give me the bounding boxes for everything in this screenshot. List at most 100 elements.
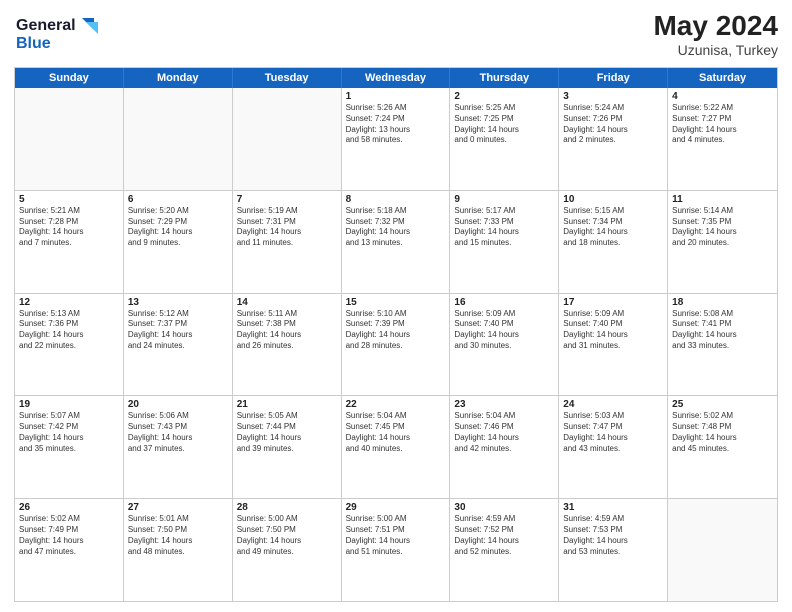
day-info-20: Sunrise: 5:06 AM Sunset: 7:43 PM Dayligh…: [128, 411, 228, 454]
day-info-10: Sunrise: 5:15 AM Sunset: 7:34 PM Dayligh…: [563, 206, 663, 249]
day-info-31: Sunrise: 4:59 AM Sunset: 7:53 PM Dayligh…: [563, 514, 663, 557]
day-number-24: 24: [563, 399, 663, 410]
calendar-header: Sunday Monday Tuesday Wednesday Thursday…: [15, 68, 777, 88]
day-info-2: Sunrise: 5:25 AM Sunset: 7:25 PM Dayligh…: [454, 103, 554, 146]
day-info-1: Sunrise: 5:26 AM Sunset: 7:24 PM Dayligh…: [346, 103, 446, 146]
day-info-30: Sunrise: 4:59 AM Sunset: 7:52 PM Dayligh…: [454, 514, 554, 557]
day-cell-2: 2Sunrise: 5:25 AM Sunset: 7:25 PM Daylig…: [450, 88, 559, 190]
day-number-2: 2: [454, 91, 554, 102]
day-cell-23: 23Sunrise: 5:04 AM Sunset: 7:46 PM Dayli…: [450, 396, 559, 498]
calendar-row-1: 5Sunrise: 5:21 AM Sunset: 7:28 PM Daylig…: [15, 190, 777, 293]
day-cell-21: 21Sunrise: 5:05 AM Sunset: 7:44 PM Dayli…: [233, 396, 342, 498]
day-number-12: 12: [19, 297, 119, 308]
day-info-14: Sunrise: 5:11 AM Sunset: 7:38 PM Dayligh…: [237, 309, 337, 352]
day-cell-5: 5Sunrise: 5:21 AM Sunset: 7:28 PM Daylig…: [15, 191, 124, 293]
day-cell-3: 3Sunrise: 5:24 AM Sunset: 7:26 PM Daylig…: [559, 88, 668, 190]
calendar-row-2: 12Sunrise: 5:13 AM Sunset: 7:36 PM Dayli…: [15, 293, 777, 396]
month-year: May 2024: [653, 10, 778, 42]
calendar: Sunday Monday Tuesday Wednesday Thursday…: [14, 67, 778, 602]
day-number-26: 26: [19, 502, 119, 513]
day-cell-12: 12Sunrise: 5:13 AM Sunset: 7:36 PM Dayli…: [15, 294, 124, 396]
calendar-row-4: 26Sunrise: 5:02 AM Sunset: 7:49 PM Dayli…: [15, 498, 777, 601]
day-cell-4: 4Sunrise: 5:22 AM Sunset: 7:27 PM Daylig…: [668, 88, 777, 190]
day-number-25: 25: [672, 399, 773, 410]
day-info-6: Sunrise: 5:20 AM Sunset: 7:29 PM Dayligh…: [128, 206, 228, 249]
day-info-29: Sunrise: 5:00 AM Sunset: 7:51 PM Dayligh…: [346, 514, 446, 557]
day-number-19: 19: [19, 399, 119, 410]
calendar-body: 1Sunrise: 5:26 AM Sunset: 7:24 PM Daylig…: [15, 88, 777, 601]
day-info-28: Sunrise: 5:00 AM Sunset: 7:50 PM Dayligh…: [237, 514, 337, 557]
header-friday: Friday: [559, 68, 668, 88]
day-number-29: 29: [346, 502, 446, 513]
day-info-19: Sunrise: 5:07 AM Sunset: 7:42 PM Dayligh…: [19, 411, 119, 454]
header-tuesday: Tuesday: [233, 68, 342, 88]
location: Uzunisa, Turkey: [653, 42, 778, 58]
day-info-27: Sunrise: 5:01 AM Sunset: 7:50 PM Dayligh…: [128, 514, 228, 557]
header-sunday: Sunday: [15, 68, 124, 88]
header: General Blue May 2024 Uzunisa, Turkey: [14, 10, 778, 59]
empty-cell-4-6: [668, 499, 777, 601]
svg-text:Blue: Blue: [16, 35, 51, 52]
day-cell-29: 29Sunrise: 5:00 AM Sunset: 7:51 PM Dayli…: [342, 499, 451, 601]
day-number-23: 23: [454, 399, 554, 410]
empty-cell-0-2: [233, 88, 342, 190]
day-number-5: 5: [19, 194, 119, 205]
day-info-24: Sunrise: 5:03 AM Sunset: 7:47 PM Dayligh…: [563, 411, 663, 454]
day-number-9: 9: [454, 194, 554, 205]
day-number-31: 31: [563, 502, 663, 513]
day-cell-19: 19Sunrise: 5:07 AM Sunset: 7:42 PM Dayli…: [15, 396, 124, 498]
svg-text:General: General: [16, 17, 76, 34]
day-cell-13: 13Sunrise: 5:12 AM Sunset: 7:37 PM Dayli…: [124, 294, 233, 396]
day-info-15: Sunrise: 5:10 AM Sunset: 7:39 PM Dayligh…: [346, 309, 446, 352]
day-cell-20: 20Sunrise: 5:06 AM Sunset: 7:43 PM Dayli…: [124, 396, 233, 498]
day-info-22: Sunrise: 5:04 AM Sunset: 7:45 PM Dayligh…: [346, 411, 446, 454]
day-number-1: 1: [346, 91, 446, 102]
day-number-15: 15: [346, 297, 446, 308]
day-info-8: Sunrise: 5:18 AM Sunset: 7:32 PM Dayligh…: [346, 206, 446, 249]
day-number-11: 11: [672, 194, 773, 205]
empty-cell-0-0: [15, 88, 124, 190]
header-wednesday: Wednesday: [342, 68, 451, 88]
header-thursday: Thursday: [450, 68, 559, 88]
day-number-4: 4: [672, 91, 773, 102]
calendar-row-3: 19Sunrise: 5:07 AM Sunset: 7:42 PM Dayli…: [15, 395, 777, 498]
day-cell-14: 14Sunrise: 5:11 AM Sunset: 7:38 PM Dayli…: [233, 294, 342, 396]
day-cell-15: 15Sunrise: 5:10 AM Sunset: 7:39 PM Dayli…: [342, 294, 451, 396]
day-cell-26: 26Sunrise: 5:02 AM Sunset: 7:49 PM Dayli…: [15, 499, 124, 601]
day-cell-18: 18Sunrise: 5:08 AM Sunset: 7:41 PM Dayli…: [668, 294, 777, 396]
day-cell-6: 6Sunrise: 5:20 AM Sunset: 7:29 PM Daylig…: [124, 191, 233, 293]
day-info-16: Sunrise: 5:09 AM Sunset: 7:40 PM Dayligh…: [454, 309, 554, 352]
day-cell-27: 27Sunrise: 5:01 AM Sunset: 7:50 PM Dayli…: [124, 499, 233, 601]
day-cell-8: 8Sunrise: 5:18 AM Sunset: 7:32 PM Daylig…: [342, 191, 451, 293]
logo: General Blue: [14, 10, 104, 59]
day-number-21: 21: [237, 399, 337, 410]
day-info-12: Sunrise: 5:13 AM Sunset: 7:36 PM Dayligh…: [19, 309, 119, 352]
day-cell-25: 25Sunrise: 5:02 AM Sunset: 7:48 PM Dayli…: [668, 396, 777, 498]
day-number-16: 16: [454, 297, 554, 308]
day-cell-30: 30Sunrise: 4:59 AM Sunset: 7:52 PM Dayli…: [450, 499, 559, 601]
empty-cell-0-1: [124, 88, 233, 190]
day-number-27: 27: [128, 502, 228, 513]
day-info-26: Sunrise: 5:02 AM Sunset: 7:49 PM Dayligh…: [19, 514, 119, 557]
day-cell-28: 28Sunrise: 5:00 AM Sunset: 7:50 PM Dayli…: [233, 499, 342, 601]
page: General Blue May 2024 Uzunisa, Turkey Su…: [0, 0, 792, 612]
day-number-8: 8: [346, 194, 446, 205]
day-cell-31: 31Sunrise: 4:59 AM Sunset: 7:53 PM Dayli…: [559, 499, 668, 601]
day-info-3: Sunrise: 5:24 AM Sunset: 7:26 PM Dayligh…: [563, 103, 663, 146]
day-info-5: Sunrise: 5:21 AM Sunset: 7:28 PM Dayligh…: [19, 206, 119, 249]
day-number-22: 22: [346, 399, 446, 410]
day-cell-11: 11Sunrise: 5:14 AM Sunset: 7:35 PM Dayli…: [668, 191, 777, 293]
day-number-17: 17: [563, 297, 663, 308]
day-cell-7: 7Sunrise: 5:19 AM Sunset: 7:31 PM Daylig…: [233, 191, 342, 293]
day-info-13: Sunrise: 5:12 AM Sunset: 7:37 PM Dayligh…: [128, 309, 228, 352]
day-info-21: Sunrise: 5:05 AM Sunset: 7:44 PM Dayligh…: [237, 411, 337, 454]
day-number-30: 30: [454, 502, 554, 513]
day-number-13: 13: [128, 297, 228, 308]
logo-icon: General Blue: [14, 10, 104, 54]
day-info-4: Sunrise: 5:22 AM Sunset: 7:27 PM Dayligh…: [672, 103, 773, 146]
day-cell-22: 22Sunrise: 5:04 AM Sunset: 7:45 PM Dayli…: [342, 396, 451, 498]
day-info-11: Sunrise: 5:14 AM Sunset: 7:35 PM Dayligh…: [672, 206, 773, 249]
title-block: May 2024 Uzunisa, Turkey: [653, 10, 778, 58]
header-saturday: Saturday: [668, 68, 777, 88]
day-info-18: Sunrise: 5:08 AM Sunset: 7:41 PM Dayligh…: [672, 309, 773, 352]
